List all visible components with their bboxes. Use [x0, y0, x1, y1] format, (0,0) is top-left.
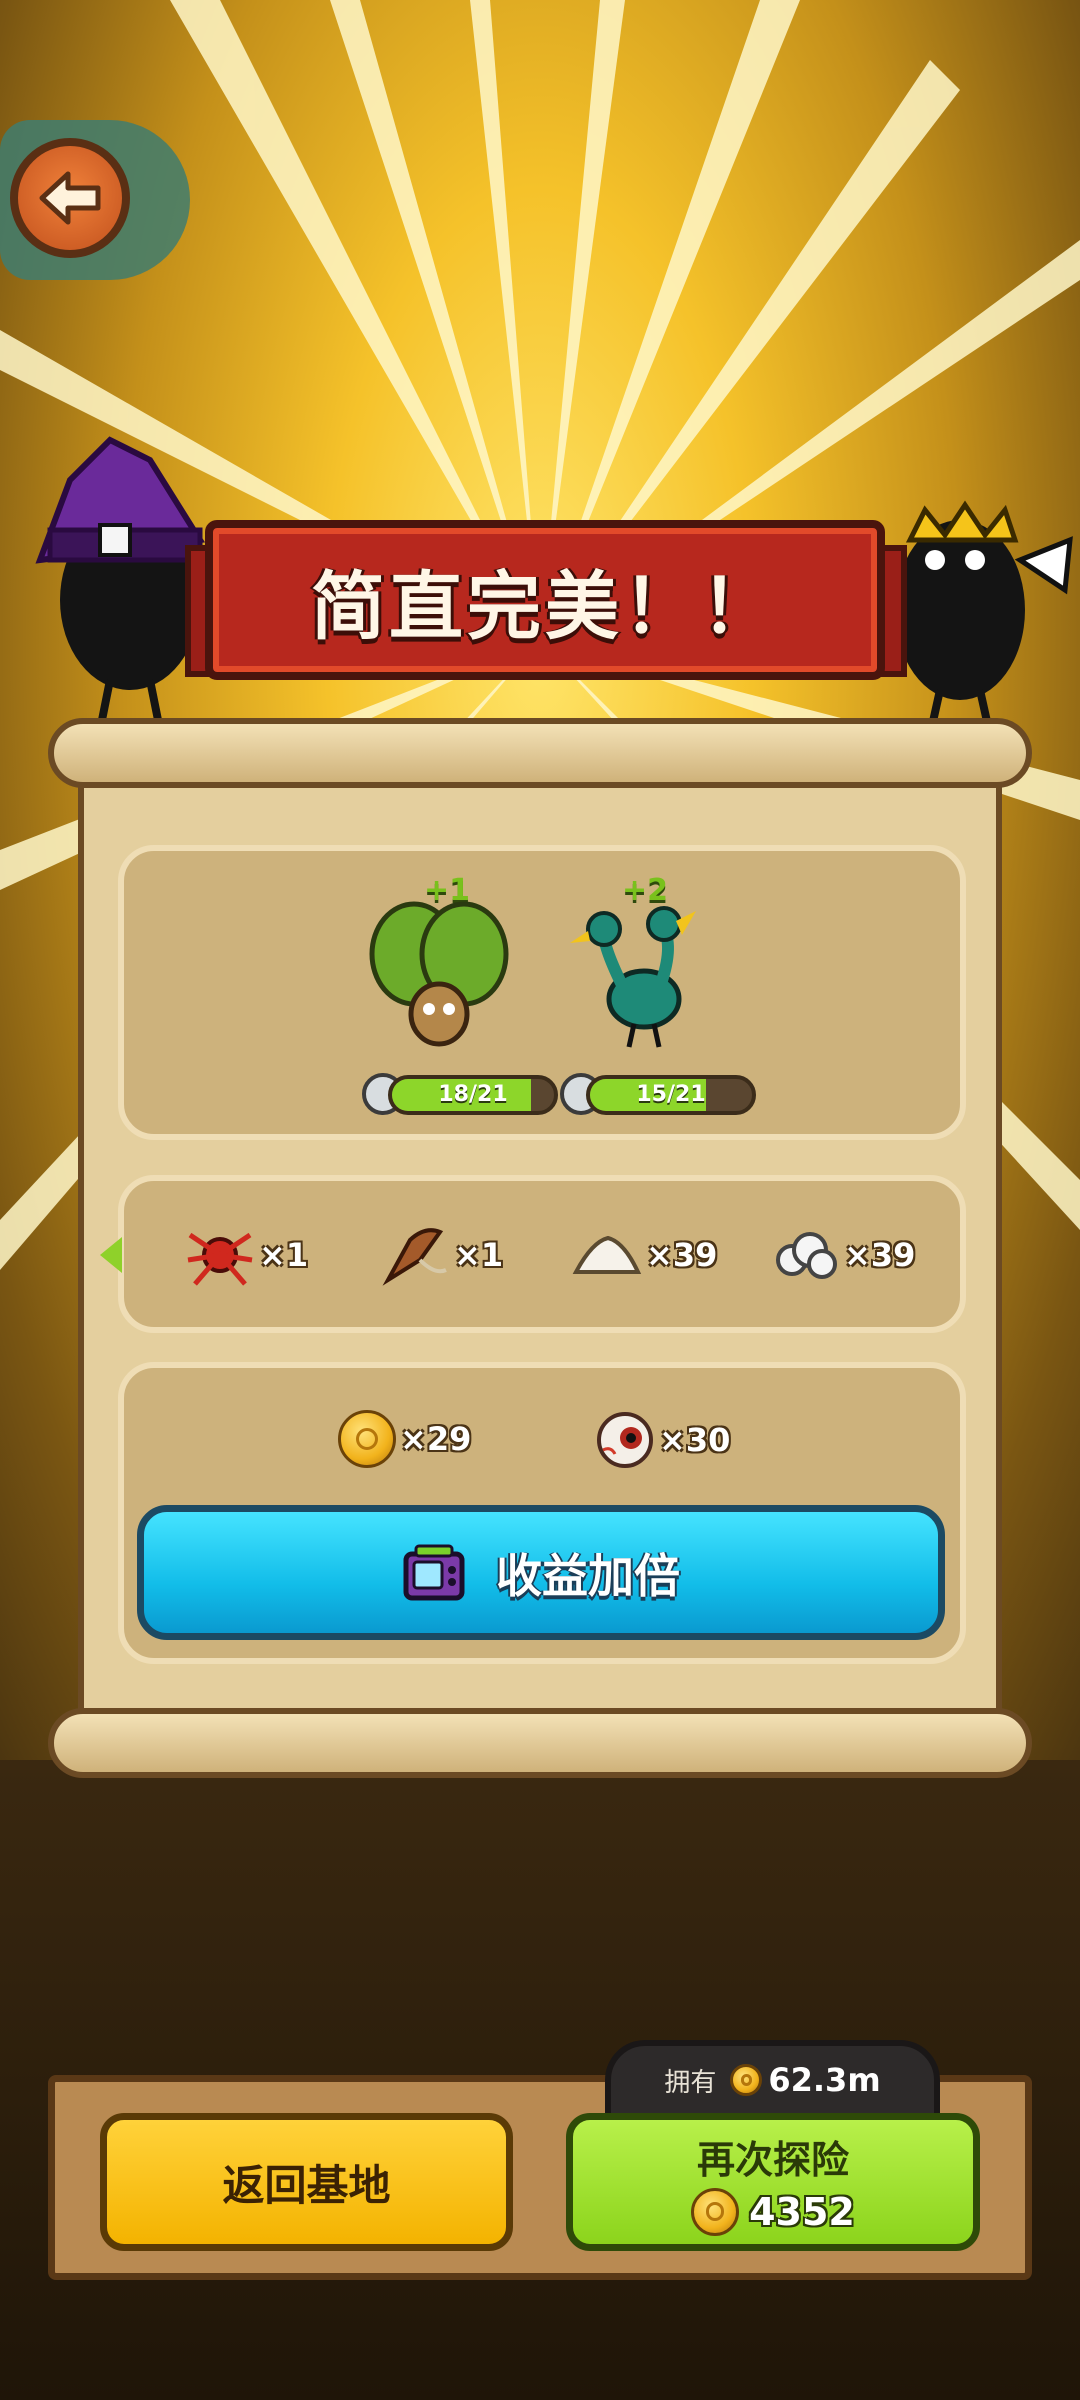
- double-rewards-button[interactable]: 收益加倍: [137, 1505, 945, 1640]
- currency-item: ×29: [338, 1410, 471, 1468]
- pet-level-text: 15/21: [636, 1082, 706, 1107]
- explore-again-label: 再次探险: [696, 2137, 849, 2182]
- eyeball-icon: [597, 1412, 653, 1468]
- reward-item: ×39: [572, 1220, 717, 1290]
- currency-quantity: ×29: [400, 1420, 472, 1458]
- reward-item: ×1: [185, 1220, 308, 1290]
- owned-coins-display: 拥有 62.3m: [605, 2040, 940, 2120]
- gold-coin-icon: [691, 2187, 740, 2236]
- return-base-label: 返回基地: [222, 2160, 391, 2210]
- banner-title: 简直完美！！: [311, 563, 779, 650]
- video-tv-icon: [403, 1544, 465, 1600]
- crowned-creature: [895, 500, 1073, 736]
- result-banner: 简直完美！！: [205, 520, 885, 680]
- scroll-left-arrow-icon[interactable]: [100, 1237, 122, 1273]
- item-quantity: ×1: [259, 1236, 309, 1274]
- explore-cost: 4352: [691, 2187, 855, 2236]
- currency-item: ×30: [595, 1410, 730, 1470]
- two-headed-bird-pet-icon: [570, 906, 696, 1048]
- reward-item: ×1: [380, 1220, 503, 1290]
- owned-value: 62.3m: [768, 2061, 881, 2099]
- scroll-bottom-roll: [48, 1708, 1032, 1778]
- explore-again-button[interactable]: 再次探险 4352: [566, 2113, 980, 2251]
- explore-cost-value: 4352: [749, 2189, 855, 2234]
- double-rewards-label: 收益加倍: [496, 1548, 680, 1603]
- item-quantity: ×39: [844, 1236, 916, 1274]
- reward-item: ×39: [770, 1220, 915, 1290]
- owned-label: 拥有: [664, 2067, 717, 2098]
- cotton-pile-icon: [776, 1232, 837, 1279]
- back-arrow-icon: [10, 138, 130, 258]
- cactus-pet-icon: [369, 901, 509, 1047]
- return-base-button[interactable]: 返回基地: [100, 2113, 513, 2251]
- pet-level-text: 18/21: [438, 1082, 508, 1107]
- salt-pile-icon: [572, 1235, 642, 1274]
- gold-coin-icon: [730, 2064, 763, 2096]
- red-spider-icon: [187, 1232, 253, 1286]
- pet-level-bar: 18/21: [388, 1075, 558, 1115]
- game-screen: 简直完美！！ +1 18/21 +2 15/21 ×1 ×1 ×39 ×39 ×…: [0, 0, 1080, 2400]
- pet-level-bar: 15/21: [586, 1075, 756, 1115]
- slingshot-club-icon: [382, 1228, 447, 1286]
- scroll-top-roll: [48, 718, 1032, 788]
- pets-panel: +1 18/21 +2 15/21: [118, 845, 966, 1140]
- back-button[interactable]: [0, 120, 200, 280]
- gold-coin-icon: [338, 1410, 396, 1468]
- item-quantity: ×1: [454, 1236, 504, 1274]
- currency-quantity: ×30: [659, 1421, 731, 1459]
- item-quantity: ×39: [646, 1236, 718, 1274]
